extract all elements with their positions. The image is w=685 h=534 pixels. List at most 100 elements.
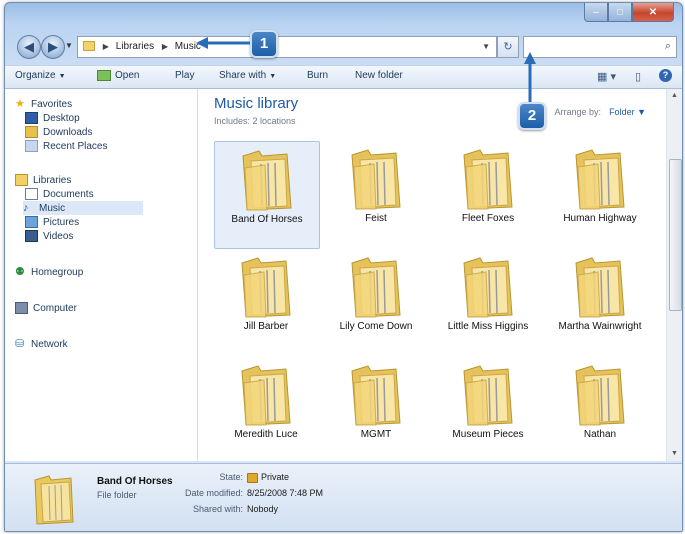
nav-network[interactable]: ⛁ Network — [15, 337, 68, 351]
organize-label: Organize — [15, 70, 56, 81]
folder-item-partial[interactable] — [570, 455, 630, 461]
nav-libraries[interactable]: Libraries — [15, 173, 71, 187]
nav-label: Computer — [33, 302, 77, 314]
play-button[interactable]: Play — [175, 70, 194, 81]
folder-name: Lily Come Down — [339, 321, 413, 332]
selected-folder-icon — [34, 475, 74, 525]
folder-item[interactable]: Fleet Foxes — [436, 141, 540, 247]
open-label: Open — [115, 70, 140, 82]
folder-item[interactable]: Lily Come Down — [324, 249, 428, 355]
folder-name: Feist — [365, 213, 387, 224]
state-value: Private — [247, 472, 289, 483]
search-input[interactable] — [524, 38, 662, 57]
folder-item[interactable]: Nathan — [548, 357, 652, 463]
callout-1-arrow-icon — [196, 37, 250, 49]
computer-icon — [15, 302, 28, 314]
close-button[interactable]: ✕ — [632, 3, 674, 22]
search-icon[interactable]: ⌕ — [665, 40, 671, 53]
folder-item[interactable]: Jill Barber — [214, 249, 318, 355]
library-title: Music library — [214, 95, 299, 112]
star-icon: ★ — [15, 98, 25, 110]
arrange-by: Arrange by: Folder ▼ — [555, 107, 646, 117]
nav-label: Network — [31, 338, 68, 350]
folder-name: Band Of Horses — [231, 214, 303, 225]
preview-pane-icon[interactable]: ▯ — [635, 70, 641, 83]
folder-icon — [463, 365, 513, 426]
state-value-text: Private — [261, 472, 290, 482]
nav-videos[interactable]: Videos — [25, 229, 73, 243]
nav-music[interactable]: ♪ Music — [23, 201, 143, 215]
folder-item-partial[interactable] — [346, 455, 406, 461]
maximize-button[interactable]: □ — [608, 3, 632, 22]
shared-with-value: Nobody — [247, 504, 279, 514]
folder-name: Meredith Luce — [234, 429, 298, 440]
chevron-down-icon: ▼ — [269, 73, 277, 80]
folder-icon — [351, 365, 401, 426]
nav-computer[interactable]: Computer — [15, 301, 77, 315]
folder-name: Little Miss Higgins — [447, 321, 529, 332]
chevron-right-icon[interactable]: ▶ — [162, 42, 168, 51]
nav-desktop[interactable]: Desktop — [25, 111, 80, 125]
callout-2: 2 — [518, 102, 546, 130]
folder-icon — [575, 257, 625, 318]
scroll-up-icon[interactable]: ▲ — [667, 89, 682, 103]
folder-icon — [351, 257, 401, 318]
folder-item[interactable]: Human Highway — [548, 141, 652, 247]
folder-item[interactable]: Little Miss Higgins — [436, 249, 540, 355]
chevron-right-icon[interactable]: ▶ — [103, 42, 109, 51]
open-icon — [97, 70, 111, 81]
nav-label: Videos — [43, 230, 74, 242]
scroll-down-icon[interactable]: ▼ — [667, 447, 682, 461]
arrange-by-label: Arrange by: — [554, 107, 602, 117]
nav-homegroup[interactable]: ⚉ Homegroup — [15, 265, 83, 279]
library-icon — [83, 41, 95, 52]
minimize-button[interactable]: – — [584, 3, 608, 22]
command-bar: Organize ▼ Open Play Share with ▼ Burn New… — [5, 65, 682, 89]
burn-button[interactable]: Burn — [307, 70, 328, 81]
share-with-menu[interactable]: Share with ▼ — [219, 70, 276, 81]
details-pane: Band Of Horses File folder State: Privat… — [5, 463, 682, 531]
nav-recent-places[interactable]: Recent Places — [25, 139, 107, 153]
address-dropdown-icon[interactable]: ▼ — [482, 37, 490, 57]
folder-name: Jill Barber — [243, 321, 289, 332]
folder-name: Museum Pieces — [452, 429, 524, 440]
folder-item-partial[interactable] — [458, 455, 518, 461]
libraries-icon — [15, 174, 28, 186]
folder-item[interactable]: Band Of Horses — [214, 141, 320, 249]
folder-item[interactable]: Feist — [324, 141, 428, 247]
library-locations-link[interactable]: Includes: 2 locations — [214, 116, 296, 126]
nav-documents[interactable]: Documents — [25, 187, 94, 201]
breadcrumb-libraries[interactable]: Libraries — [116, 41, 154, 52]
nav-pictures[interactable]: Pictures — [25, 215, 79, 229]
change-view-icon[interactable]: ▦ ▾ — [597, 70, 616, 83]
folder-item[interactable]: Meredith Luce — [214, 357, 318, 463]
open-button[interactable]: Open — [97, 70, 139, 81]
folder-icon — [242, 150, 292, 211]
address-bar[interactable]: ▶ Libraries ▶ Music ▼ — [77, 36, 497, 58]
vertical-scrollbar[interactable]: ▲ ▼ — [666, 89, 682, 461]
back-button[interactable]: ◀ — [17, 35, 41, 59]
folder-name: Nathan — [583, 429, 617, 440]
folder-item[interactable]: Museum Pieces — [436, 357, 540, 463]
folder-name: Fleet Foxes — [461, 213, 515, 224]
refresh-button[interactable]: ↻ — [497, 36, 519, 58]
pictures-icon — [25, 216, 38, 228]
nav-label: Desktop — [43, 112, 80, 124]
search-box: ⌕ — [523, 36, 677, 58]
arrange-by-dropdown[interactable]: Folder ▼ — [609, 107, 646, 117]
nav-favorites[interactable]: ★ Favorites — [15, 97, 72, 111]
folder-item[interactable]: MGMT — [324, 357, 428, 463]
new-folder-button[interactable]: New folder — [355, 70, 403, 81]
recent-pages-dropdown[interactable]: ▼ — [65, 41, 73, 50]
state-label: State: — [219, 472, 243, 482]
callout-2-arrow-icon — [524, 52, 536, 102]
help-icon[interactable]: ? — [659, 69, 672, 82]
scroll-thumb[interactable] — [669, 159, 682, 311]
nav-downloads[interactable]: Downloads — [25, 125, 92, 139]
folder-icon — [575, 365, 625, 426]
folder-item-partial[interactable] — [236, 455, 296, 461]
organize-menu[interactable]: Organize ▼ — [15, 70, 66, 81]
folder-item[interactable]: Martha Wainwright — [548, 249, 652, 355]
music-note-icon: ♪ — [23, 202, 29, 214]
forward-button[interactable]: ▶ — [41, 35, 65, 59]
